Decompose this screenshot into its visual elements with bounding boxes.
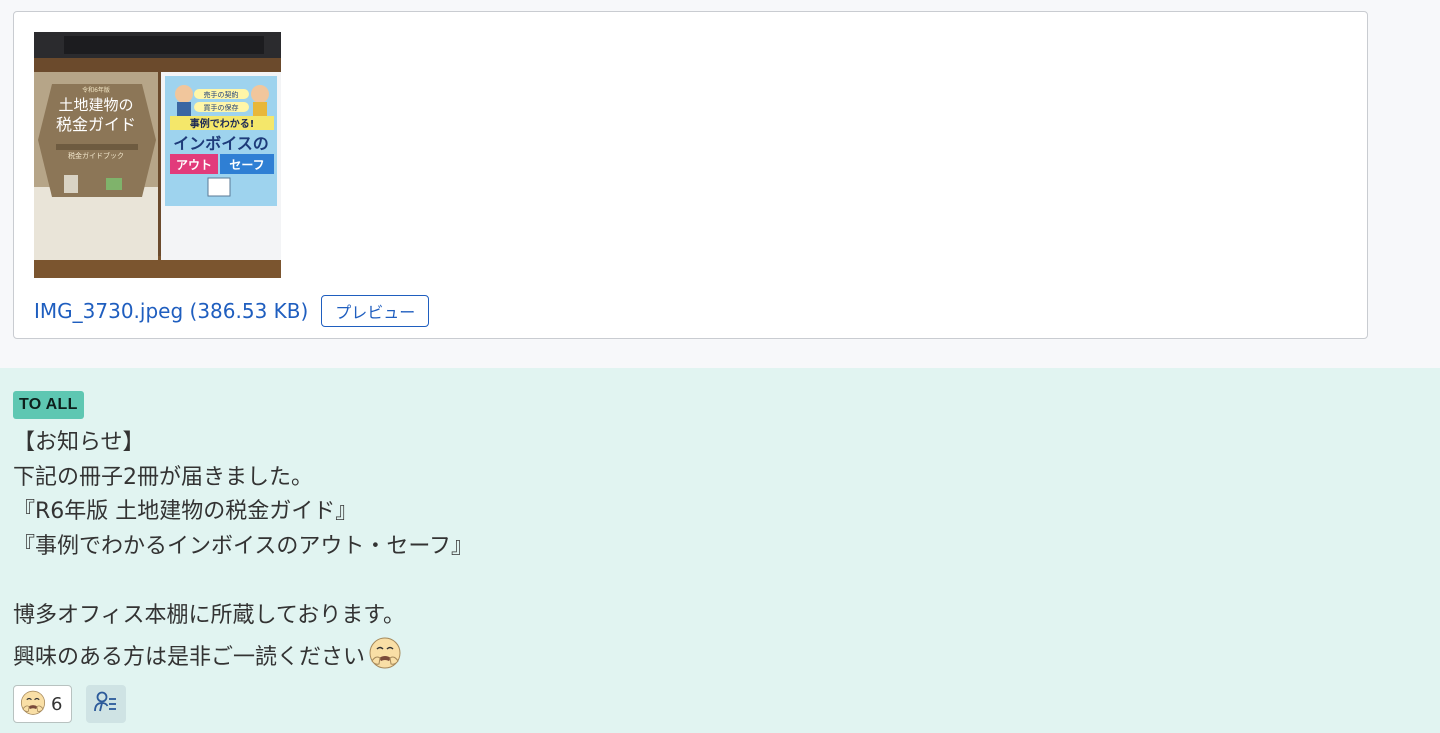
message-body: 【お知らせ】 下記の冊子2冊が届きました。 『R6年版 土地建物の税金ガイド』 … (13, 426, 474, 670)
readers-list-button[interactable] (86, 685, 126, 723)
thanks-face-icon (19, 688, 47, 720)
message-line: 『R6年版 土地建物の税金ガイド』 (13, 499, 358, 525)
message-line: 下記の冊子2冊が届きました。 (13, 464, 313, 490)
book-right-out: アウト (176, 158, 212, 172)
message-line: 『事例でわかるインボイスのアウト・セーフ』 (13, 533, 474, 559)
thanks-face-icon (367, 634, 403, 682)
reaction-button[interactable]: 6 (13, 685, 72, 723)
book-right-banner: 事例でわかる! (190, 117, 255, 130)
book-right-bubble-2: 買手の保存 (204, 103, 239, 112)
reaction-count: 6 (51, 693, 63, 715)
book-right-safe: セーフ (229, 158, 264, 172)
message-line-text: 興味のある方は是非ご一読ください (13, 644, 366, 670)
readers-list-icon (93, 690, 119, 718)
book-left-subtitle: 税金ガイドブック (68, 151, 124, 160)
book-left-title-2: 税金ガイド (56, 115, 136, 134)
book-left-title-1: 土地建物の (58, 96, 133, 114)
message-line: 【お知らせ】 (13, 430, 145, 455)
books-photo: 令和6年版 土地建物の 税金ガイド 税金ガイドブック 売手の契約 買手の保存 事… (34, 32, 281, 278)
message-line: 博多オフィス本棚に所蔵しております。 (13, 602, 406, 628)
book-right-title: インボイスの (173, 134, 269, 153)
chat-message: TO ALL 【お知らせ】 下記の冊子2冊が届きました。 『R6年版 土地建物の… (0, 368, 1440, 733)
book-right-bubble-1: 売手の契約 (204, 90, 239, 99)
file-row: IMG_3730.jpeg (386.53 KB) プレビュー (34, 295, 430, 327)
preview-button[interactable]: プレビュー (321, 295, 430, 327)
image-thumbnail[interactable]: 令和6年版 土地建物の 税金ガイド 税金ガイドブック 売手の契約 買手の保存 事… (34, 32, 281, 278)
attachment-area: 令和6年版 土地建物の 税金ガイド 税金ガイドブック 売手の契約 買手の保存 事… (0, 0, 1440, 368)
attachment-card: 令和6年版 土地建物の 税金ガイド 税金ガイドブック 売手の契約 買手の保存 事… (13, 11, 1368, 339)
file-download-link[interactable]: IMG_3730.jpeg (386.53 KB) (34, 299, 308, 323)
message-line (13, 564, 473, 599)
book-left-edition: 令和6年版 (82, 86, 110, 94)
message-line-last: 興味のある方は是非ご一読ください (13, 634, 473, 670)
to-all-badge: TO ALL (13, 391, 84, 419)
